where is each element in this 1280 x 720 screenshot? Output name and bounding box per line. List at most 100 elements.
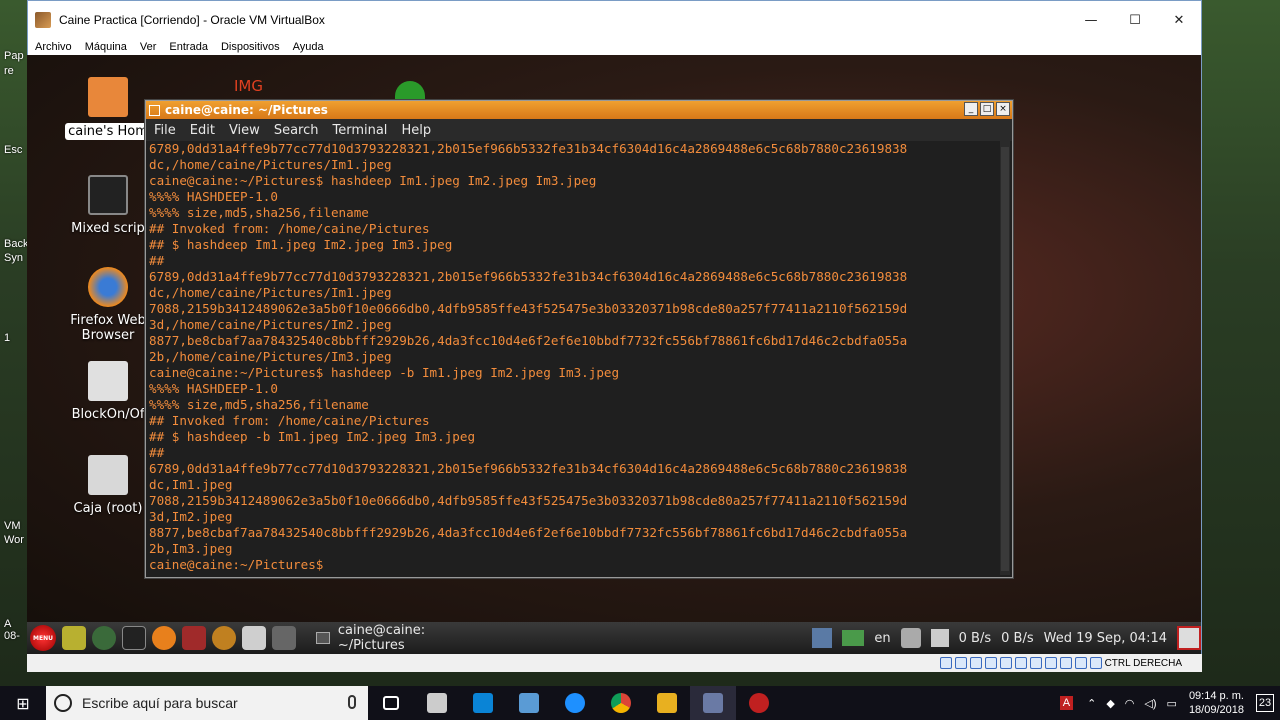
virtualbox-menubar: Archivo Máquina Ver Entrada Dispositivos… (28, 39, 1201, 55)
terminal-line: 7088,2159b3412489062e3a5b0f10e0666db0,4d… (149, 301, 908, 316)
guest-clock[interactable]: Wed 19 Sep, 04:14 (1044, 631, 1167, 646)
terminal-menu-file[interactable]: File (154, 123, 176, 138)
recycle-icon (395, 81, 425, 101)
usb-status-icon[interactable] (999, 657, 1012, 669)
launcher-files-icon[interactable] (242, 626, 266, 650)
display-status-icon[interactable] (1029, 657, 1042, 669)
terminal-line: ## $ hashdeep -b Im1.jpeg Im2.jpeg Im3.j… (149, 429, 476, 444)
wifi-icon[interactable]: ◠ (1125, 697, 1135, 710)
terminal-line: ## Invoked from: /home/caine/Pictures (149, 221, 430, 236)
chevron-up-icon[interactable]: ⌃ (1087, 697, 1096, 710)
terminal-maximize-button[interactable]: □ (980, 102, 994, 116)
terminal-menu-edit[interactable]: Edit (190, 123, 215, 138)
virtualbox-titlebar[interactable]: Caine Practica [Corriendo] - Oracle VM V… (28, 1, 1201, 39)
launcher-terminal-icon[interactable] (122, 626, 146, 650)
desktop-icon-blockon[interactable]: BlockOn/Of (63, 361, 153, 422)
taskbar-item-terminal[interactable]: caine@caine: ~/Pictures (310, 623, 500, 653)
guest-menu-button[interactable]: MENU (30, 625, 56, 651)
guest-system-tray: en 0 B/s 0 B/s Wed 19 Sep, 04:14 (812, 622, 1201, 654)
taskbar-pinned-apps (368, 686, 782, 720)
launcher-media-icon[interactable] (182, 626, 206, 650)
guest-screen[interactable]: caine's Hom Mixed scrip Firefox Web Brow… (27, 55, 1201, 654)
optical-status-icon[interactable] (954, 657, 967, 669)
audio-status-icon[interactable] (969, 657, 982, 669)
shared-folder-status-icon[interactable] (1014, 657, 1027, 669)
logout-icon[interactable] (1177, 626, 1201, 650)
keyboard-layout[interactable]: en (874, 631, 890, 646)
file-explorer-app-icon[interactable] (644, 686, 690, 720)
net-download-speed: 0 B/s (958, 630, 992, 646)
mail-app-icon[interactable] (506, 686, 552, 720)
desktop-icon-home[interactable]: caine's Hom (63, 77, 153, 140)
minimize-button[interactable]: — (1069, 1, 1113, 39)
hdd-status-icon[interactable] (939, 657, 952, 669)
desktop-icon-mixed-scripts[interactable]: Mixed scrip (63, 175, 153, 236)
terminal-window[interactable]: caine@caine: ~/Pictures _ □ × File Edit … (145, 100, 1013, 578)
terminal-line: %%%% size,md5,sha256,filename (149, 205, 369, 220)
launcher-search-icon[interactable] (212, 626, 236, 650)
launcher-monitor-icon[interactable] (62, 626, 86, 650)
terminal-menu-search[interactable]: Search (274, 123, 319, 138)
terminal-menubar: File Edit View Search Terminal Help (146, 119, 1012, 141)
menu-ver[interactable]: Ver (140, 39, 157, 55)
dropbox-icon[interactable]: ◆ (1106, 697, 1114, 710)
file-cabinet-icon (88, 455, 128, 495)
terminal-line: dc,/home/caine/Pictures/Im1.jpeg (149, 285, 392, 300)
host-key-label: CTRL DERECHA (1104, 657, 1182, 669)
ime-icon[interactable]: A (1059, 696, 1074, 710)
menu-dispositivos[interactable]: Dispositivos (221, 39, 280, 55)
volume-icon[interactable] (900, 628, 921, 648)
desktop-icon-firefox[interactable]: Firefox Web Browser (63, 267, 153, 343)
launcher-firefox-icon[interactable] (152, 626, 176, 650)
terminal-menu-help[interactable]: Help (401, 123, 431, 138)
launcher-settings-icon[interactable] (272, 626, 296, 650)
network-status-icon[interactable] (984, 657, 997, 669)
host-key-icon[interactable] (1089, 657, 1102, 669)
close-button[interactable]: ✕ (1157, 1, 1201, 39)
menu-ayuda[interactable]: Ayuda (293, 39, 324, 55)
store-app-icon[interactable] (460, 686, 506, 720)
cpu-status-icon[interactable] (1059, 657, 1072, 669)
calculator-app-icon[interactable] (414, 686, 460, 720)
edge-app-icon[interactable] (552, 686, 598, 720)
virtualbox-app-icon[interactable] (690, 686, 736, 720)
terminal-line: dc,/home/caine/Pictures/Im1.jpeg (149, 157, 392, 172)
network-icon[interactable] (930, 629, 949, 647)
desktop-icon-caja[interactable]: Caja (root) (63, 455, 153, 516)
language-icon[interactable]: ▭ (1167, 697, 1177, 710)
menu-archivo[interactable]: Archivo (35, 39, 72, 55)
maximize-button[interactable]: ☐ (1113, 1, 1157, 39)
terminal-line: %%%% HASHDEEP-1.0 (149, 189, 278, 204)
desktop-icon-img-partial: IMG (234, 77, 263, 95)
windows-start-button[interactable]: ⊞ (0, 686, 46, 720)
terminal-menu-terminal[interactable]: Terminal (332, 123, 387, 138)
virtualbox-statusbar: CTRL DERECHA (27, 654, 1202, 672)
launcher-globe-icon[interactable] (92, 626, 116, 650)
virtualbox-app-icon (35, 12, 51, 28)
app-a-icon[interactable] (736, 686, 782, 720)
chrome-app-icon[interactable] (598, 686, 644, 720)
video-capture-status-icon[interactable] (1044, 657, 1057, 669)
cortana-icon (54, 694, 72, 712)
terminal-close-button[interactable]: × (996, 102, 1010, 116)
terminal-output[interactable]: 6789,0dd31a4ffe9b77cc77d10d3793228321,2b… (148, 141, 998, 575)
terminal-line: ## (149, 445, 165, 460)
terminal-minimize-button[interactable]: _ (964, 102, 978, 116)
screenshot-tool-icon[interactable] (812, 628, 833, 648)
menu-maquina[interactable]: Máquina (85, 39, 127, 55)
terminal-icon (316, 632, 330, 644)
notification-center-button[interactable]: 23 (1256, 694, 1274, 712)
windows-clock[interactable]: 09:14 p. m. 18/09/2018 (1189, 689, 1244, 717)
terminal-scrollbar[interactable] (1000, 141, 1010, 575)
volume-icon[interactable]: ◁) (1144, 697, 1156, 710)
microphone-icon[interactable] (348, 695, 356, 709)
drive-icon[interactable] (842, 630, 865, 646)
mouse-integration-icon[interactable] (1074, 657, 1087, 669)
search-box[interactable]: Escribe aquí para buscar (46, 686, 368, 720)
terminal-titlebar[interactable]: caine@caine: ~/Pictures _ □ × (146, 101, 1012, 119)
terminal-menu-view[interactable]: View (229, 123, 260, 138)
terminal-line: 3d,/home/caine/Pictures/Im2.jpeg (149, 317, 392, 332)
terminal-script-icon (88, 175, 128, 215)
task-view-button[interactable] (368, 686, 414, 720)
menu-entrada[interactable]: Entrada (169, 39, 208, 55)
